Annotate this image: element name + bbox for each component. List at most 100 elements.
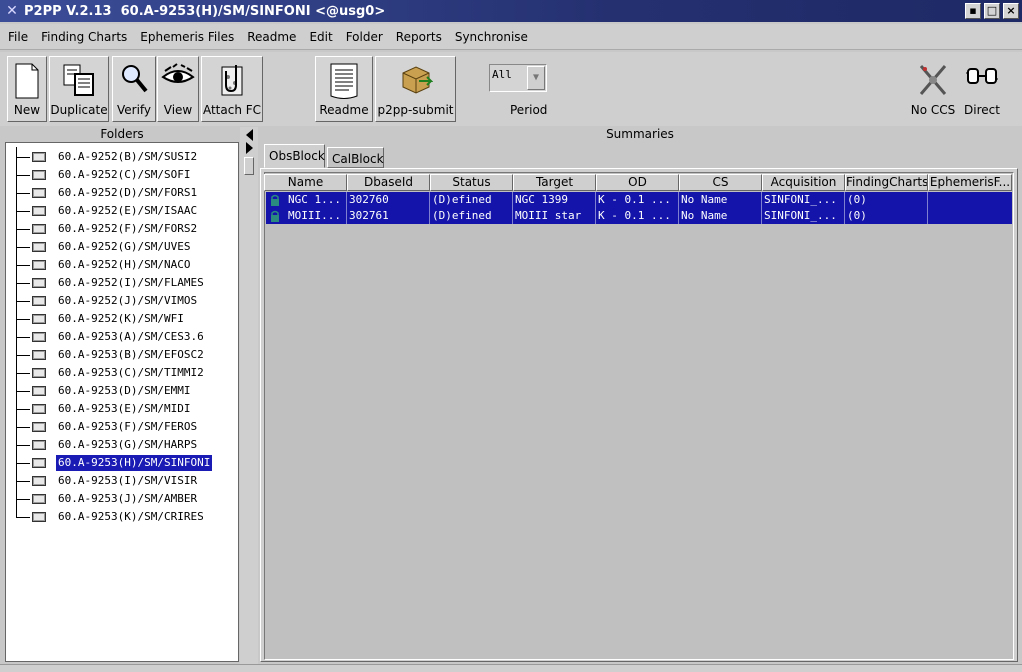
paperclip-document-icon — [221, 65, 243, 96]
folder-icon — [32, 296, 46, 306]
folder-icon — [32, 386, 46, 396]
collapse-left-icon[interactable] — [246, 129, 253, 141]
column-header-dbaseid[interactable]: DbaseId — [347, 174, 430, 191]
folder-item[interactable]: 60.A-9252(B)/SM/SUSI2 — [6, 147, 236, 165]
folder-item[interactable]: 60.A-9253(B)/SM/EFOSC2 — [6, 345, 236, 363]
readme-document-icon — [330, 63, 358, 99]
folder-item[interactable]: 60.A-9253(K)/SM/CRIRES — [6, 507, 236, 525]
tab-obsblock[interactable]: ObsBlock — [264, 144, 325, 168]
maximize-button[interactable]: □ — [984, 3, 1000, 19]
folder-item[interactable]: 60.A-9252(J)/SM/VIMOS — [6, 291, 236, 309]
folder-item[interactable]: 60.A-9252(I)/SM/FLAMES — [6, 273, 236, 291]
folder-item[interactable]: 60.A-9252(H)/SM/NACO — [6, 255, 236, 273]
menu-readme[interactable]: Readme — [247, 30, 296, 44]
column-header-cs[interactable]: CS — [679, 174, 762, 191]
window-title: P2PP V.2.13 60.A-9253(H)/SM/SINFONI <@us… — [24, 3, 386, 19]
duplicate-icon — [63, 64, 94, 96]
period-label: Period — [510, 103, 548, 117]
tab-calblock[interactable]: CalBlock — [327, 147, 384, 168]
folder-icon — [32, 278, 46, 288]
folder-item-selected[interactable]: 60.A-9253(H)/SM/SINFONI — [6, 453, 236, 472]
folder-icon — [32, 152, 46, 162]
menu-folder[interactable]: Folder — [346, 30, 383, 44]
folder-item[interactable]: 60.A-9253(C)/SM/TIMMI2 — [6, 363, 236, 381]
menu-file[interactable]: File — [8, 30, 28, 44]
column-header-ephemeris[interactable]: EphemerisF... — [928, 174, 1012, 191]
folder-icon — [32, 440, 46, 450]
p2pp-submit-button[interactable]: p2pp-submit — [375, 56, 456, 122]
eye-icon — [161, 63, 195, 83]
attach-fc-button[interactable]: Attach FC — [201, 56, 263, 122]
folder-icon — [32, 476, 46, 486]
menu-reports[interactable]: Reports — [396, 30, 442, 44]
magnifier-icon — [122, 65, 148, 93]
folder-tree[interactable]: 60.A-9252(B)/SM/SUSI2 60.A-9252(C)/SM/SO… — [5, 142, 239, 662]
table-row[interactable]: NGC 1... 302760 (D)efined NGC 1399 K - 0… — [266, 192, 1012, 208]
folder-icon — [32, 350, 46, 360]
chevron-down-icon[interactable]: ▼ — [527, 66, 545, 90]
no-ccs-button[interactable]: No CCS — [907, 56, 959, 122]
column-header-acquisition[interactable]: Acquisition — [762, 174, 845, 191]
folder-icon — [32, 314, 46, 324]
folder-icon — [32, 422, 46, 432]
folder-icon — [32, 224, 46, 234]
folder-icon — [32, 332, 46, 342]
minimize-button[interactable]: ▪ — [965, 3, 981, 19]
folder-icon — [32, 188, 46, 198]
folder-item[interactable]: 60.A-9252(G)/SM/UVES — [6, 237, 236, 255]
title-bar: ✕ P2PP V.2.13 60.A-9253(H)/SM/SINFONI <@… — [0, 0, 1022, 22]
folder-item[interactable]: 60.A-9252(F)/SM/FORS2 — [6, 219, 236, 237]
folder-item[interactable]: 60.A-9253(D)/SM/EMMI — [6, 381, 236, 399]
folder-icon — [32, 404, 46, 414]
folder-item[interactable]: 60.A-9253(J)/SM/AMBER — [6, 489, 236, 507]
duplicate-button[interactable]: Duplicate — [49, 56, 109, 122]
summaries-header: Summaries — [606, 127, 674, 141]
menu-finding-charts[interactable]: Finding Charts — [41, 30, 127, 44]
no-ccs-icon — [919, 65, 947, 95]
lock-icon — [271, 210, 279, 222]
bottom-border — [0, 664, 1022, 672]
folder-icon — [32, 206, 46, 216]
folder-item[interactable]: 60.A-9253(E)/SM/MIDI — [6, 399, 236, 417]
folder-icon — [32, 260, 46, 270]
panel-splitter[interactable] — [240, 127, 258, 667]
splitter-handle[interactable] — [244, 157, 254, 175]
new-document-icon — [15, 63, 39, 99]
folder-item[interactable]: 60.A-9253(F)/SM/FEROS — [6, 417, 236, 435]
column-header-status[interactable]: Status — [430, 174, 513, 191]
menu-edit[interactable]: Edit — [309, 30, 332, 44]
package-submit-icon — [402, 66, 433, 94]
folders-header: Folders — [100, 127, 144, 141]
app-icon[interactable]: ✕ — [4, 3, 20, 19]
table-row[interactable]: MOIII... 302761 (D)efined MOIII star K -… — [266, 208, 1012, 224]
readme-button[interactable]: Readme — [315, 56, 373, 122]
column-header-od[interactable]: OD — [596, 174, 679, 191]
lock-icon — [271, 194, 279, 206]
verify-button[interactable]: Verify — [112, 56, 156, 122]
folder-item[interactable]: 60.A-9253(I)/SM/VISIR — [6, 471, 236, 489]
period-select[interactable]: All ▼ — [489, 64, 547, 92]
folder-icon — [32, 368, 46, 378]
folder-item[interactable]: 60.A-9252(K)/SM/WFI — [6, 309, 236, 327]
folder-icon — [32, 242, 46, 252]
menu-synchronise[interactable]: Synchronise — [455, 30, 528, 44]
folder-icon — [32, 494, 46, 504]
folder-item[interactable]: 60.A-9253(G)/SM/HARPS — [6, 435, 236, 453]
menu-ephemeris-files[interactable]: Ephemeris Files — [140, 30, 234, 44]
folder-icon — [32, 170, 46, 180]
folder-icon — [32, 512, 46, 522]
folder-item[interactable]: 60.A-9252(D)/SM/FORS1 — [6, 183, 236, 201]
column-header-findingcharts[interactable]: FindingCharts — [845, 174, 928, 191]
column-header-target[interactable]: Target — [513, 174, 596, 191]
folder-item[interactable]: 60.A-9252(C)/SM/SOFI — [6, 165, 236, 183]
close-button[interactable]: × — [1003, 3, 1019, 19]
column-header-name[interactable]: Name — [264, 174, 347, 191]
menu-bar: File Finding Charts Ephemeris Files Read… — [0, 24, 1022, 50]
view-button[interactable]: View — [157, 56, 199, 122]
new-button[interactable]: New — [7, 56, 47, 122]
direct-button[interactable]: Direct — [961, 56, 1003, 122]
folder-item[interactable]: 60.A-9253(A)/SM/CES3.6 — [6, 327, 236, 345]
folder-item[interactable]: 60.A-9252(E)/SM/ISAAC — [6, 201, 236, 219]
collapse-right-icon[interactable] — [246, 142, 253, 154]
obsblock-table[interactable] — [264, 172, 1014, 660]
